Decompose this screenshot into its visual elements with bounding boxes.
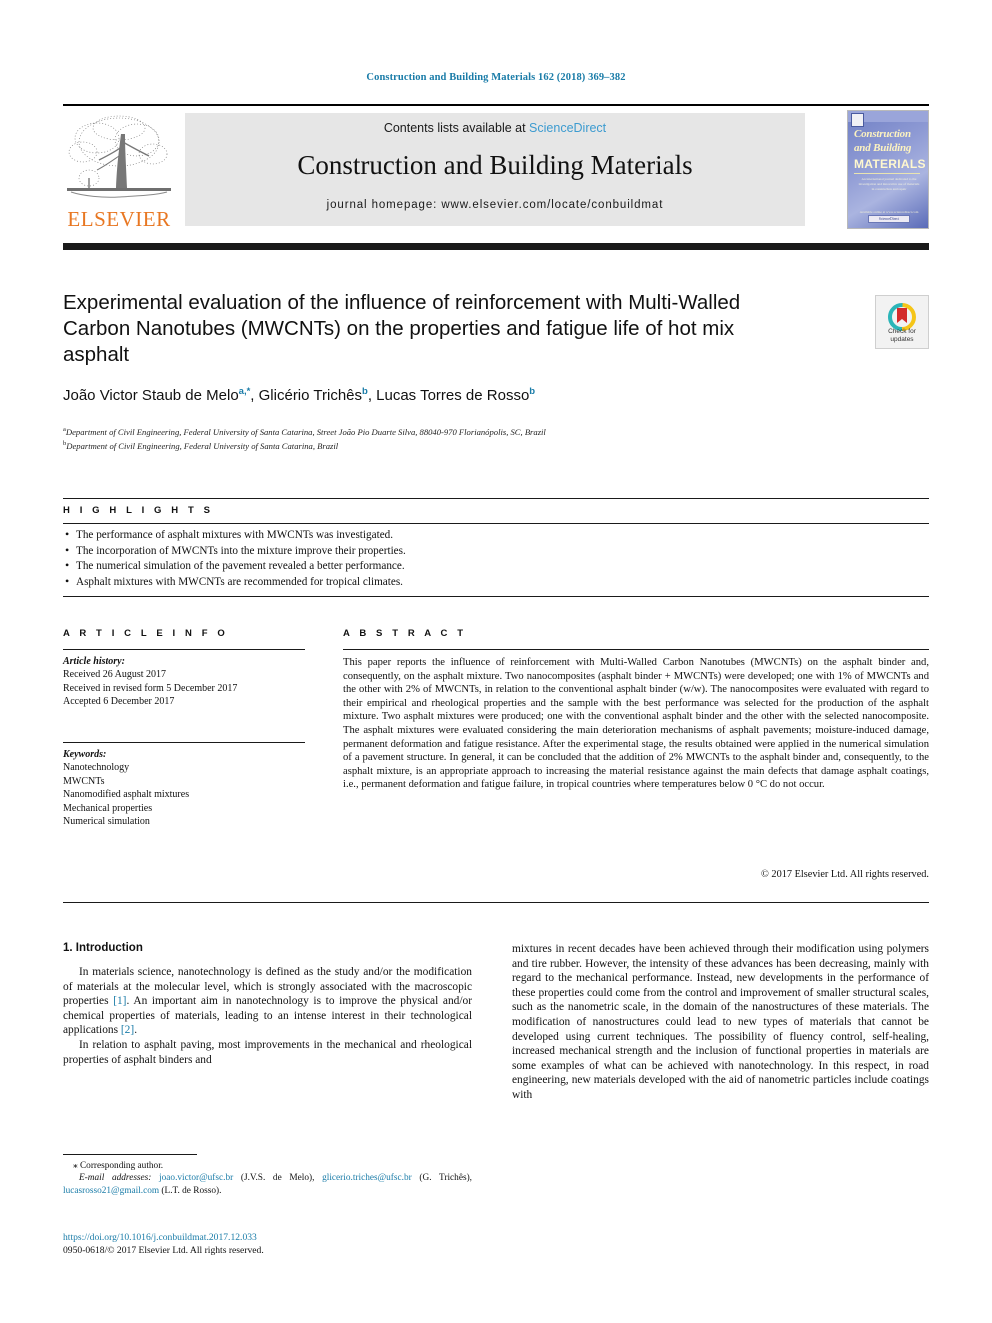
list-item: Asphalt mixtures with MWCNTs are recomme… <box>63 574 929 591</box>
masthead-bottom-bar <box>63 243 929 250</box>
crossmark-line2: updates <box>890 336 914 343</box>
corresponding-author-note: ⁎ Corresponding author. <box>73 1161 164 1171</box>
paper-page: Construction and Building Materials 162 … <box>0 0 992 1323</box>
highlights-bottom-rule <box>63 596 929 597</box>
list-item: The incorporation of MWCNTs into the mix… <box>63 543 929 560</box>
cover-footer-label: Available online at www.sciencedirect.co… <box>859 210 919 214</box>
cover-title-line3: MATERIALS <box>854 157 926 171</box>
author-name-2: Glicério Trichês <box>258 387 362 404</box>
journal-band: Contents lists available at ScienceDirec… <box>185 113 805 226</box>
author-name-3: Lucas Torres de Rosso <box>376 387 530 404</box>
keyword-item: MWCNTs <box>63 775 105 787</box>
affiliation-b: bDepartment of Civil Engineering, Federa… <box>63 438 883 452</box>
journal-title: Construction and Building Materials <box>297 150 693 180</box>
email-owner-1: (J.V.S. de Melo), <box>240 1173 315 1184</box>
article-history-item: Received 26 August 2017 <box>63 669 167 681</box>
email-link-3[interactable]: lucasrosso21@gmail.com <box>63 1186 159 1196</box>
author-mark-2: b <box>362 386 368 397</box>
email-addresses-note: E-mail addresses: joao.victor@ufsc.br (J… <box>63 1172 472 1197</box>
body-column-right: mixtures in recent decades have been ach… <box>512 942 929 1103</box>
citation-ref-1[interactable]: [1] <box>113 995 126 1007</box>
footnote-rule <box>63 1154 197 1155</box>
keyword-item: Mechanical properties <box>63 802 153 814</box>
email-owner-3: (L.T. de Rosso). <box>161 1185 222 1196</box>
crossmark-label: Check for updates <box>876 328 928 344</box>
cover-blurb: An international journal dedicated to th… <box>858 177 920 191</box>
keywords-rule <box>63 742 305 743</box>
footnote-block: ⁎ Corresponding author. E-mail addresses… <box>63 1160 472 1197</box>
cover-title-line2: and Building <box>854 142 912 154</box>
paragraph: In materials science, nanotechnology is … <box>63 965 472 1038</box>
crossmark-badge[interactable]: Check for updates <box>875 295 929 349</box>
citation-ref-2[interactable]: [2] <box>121 1024 134 1036</box>
cover-publisher-badge <box>851 113 864 127</box>
abstract-bottom-rule <box>63 902 929 903</box>
author-mark-3: b <box>529 386 536 397</box>
page-title: Experimental evaluation of the influence… <box>63 291 741 366</box>
list-item: The numerical simulation of the pavement… <box>63 558 929 575</box>
keyword-item: Nanomodified asphalt mixtures <box>63 789 190 801</box>
list-item: The performance of asphalt mixtures with… <box>63 527 929 544</box>
abstract-text: This paper reports the influence of rein… <box>343 657 929 791</box>
paragraph: mixtures in recent decades have been ach… <box>512 943 929 1101</box>
article-history-item: Received in revised form 5 December 2017 <box>63 682 238 694</box>
email-owner-2: (G. Trichês), <box>419 1173 472 1184</box>
article-info-rule <box>63 649 305 650</box>
paragraph: In relation to asphalt paving, most impr… <box>63 1038 472 1066</box>
journal-masthead: ELSEVIER Contents lists available at Sci… <box>63 104 929 232</box>
contents-prefix: Contents lists available at <box>383 121 530 135</box>
affiliation-a: aDepartment of Civil Engineering, Federa… <box>63 424 883 438</box>
highlights-heading: H I G H L I G H T S <box>63 505 214 516</box>
article-info-heading: A R T I C L E I N F O <box>63 628 229 639</box>
highlights-list: The performance of asphalt mixtures with… <box>63 527 929 591</box>
elsevier-tree-icon <box>67 115 171 198</box>
cover-divider <box>854 173 920 174</box>
highlights-mid-rule <box>63 523 929 524</box>
keywords-heading: Keywords: <box>63 749 107 760</box>
article-history: Article history: Received 26 August 2017… <box>63 655 313 709</box>
highlights-top-rule <box>63 498 929 499</box>
journal-homepage-link[interactable]: journal homepage: www.elsevier.com/locat… <box>185 199 805 211</box>
cover-title-line1: Construction <box>854 128 911 140</box>
keyword-item: Numerical simulation <box>63 816 150 828</box>
body-column-left: 1. Introduction In materials science, na… <box>63 942 472 1067</box>
doi-block: https://doi.org/10.1016/j.conbuildmat.20… <box>63 1231 472 1257</box>
cover-footer-badge: ScienceDirect <box>868 215 910 223</box>
author-name-1: João Victor Staub de Melo <box>63 387 239 404</box>
affiliation-text-a: Department of Civil Engineering, Federal… <box>65 426 546 437</box>
elsevier-wordmark: ELSEVIER <box>67 207 171 231</box>
affiliation-text-b: Department of Civil Engineering, Federal… <box>66 440 339 451</box>
author-mark-1: a,* <box>238 386 251 397</box>
keyword-item: Nanotechnology <box>63 762 130 774</box>
affiliations: aDepartment of Civil Engineering, Federa… <box>63 424 883 452</box>
article-history-item: Accepted 6 December 2017 <box>63 696 175 708</box>
elsevier-logo: ELSEVIER <box>63 112 175 232</box>
abstract-heading: A B S T R A C T <box>343 628 467 639</box>
journal-cover-thumbnail[interactable]: Construction and Building MATERIALS An i… <box>847 110 929 229</box>
contents-available-line: Contents lists available at ScienceDirec… <box>185 121 805 135</box>
email-label: E-mail addresses: <box>79 1173 152 1184</box>
email-link-1[interactable]: joao.victor@ufsc.br <box>159 1173 233 1183</box>
abstract-rule <box>343 649 929 650</box>
paragraph-part: . <box>134 1024 138 1037</box>
abstract-copyright: © 2017 Elsevier Ltd. All rights reserved… <box>761 869 929 880</box>
author-list: João Victor Staub de Meloa,*, Glicério T… <box>63 386 536 404</box>
issn-copyright: 0950-0618/© 2017 Elsevier Ltd. All right… <box>63 1245 264 1256</box>
sciencedirect-link[interactable]: ScienceDirect <box>529 121 606 135</box>
section-heading-introduction: 1. Introduction <box>63 942 143 954</box>
email-link-2[interactable]: glicerio.triches@ufsc.br <box>322 1173 412 1183</box>
article-history-heading: Article history: <box>63 656 125 667</box>
keywords-block: Keywords: Nanotechnology MWCNTs Nanomodi… <box>63 748 313 828</box>
crossmark-line1: Check for <box>888 328 916 335</box>
doi-link[interactable]: https://doi.org/10.1016/j.conbuildmat.20… <box>63 1231 472 1244</box>
running-head: Construction and Building Materials 162 … <box>366 72 626 83</box>
